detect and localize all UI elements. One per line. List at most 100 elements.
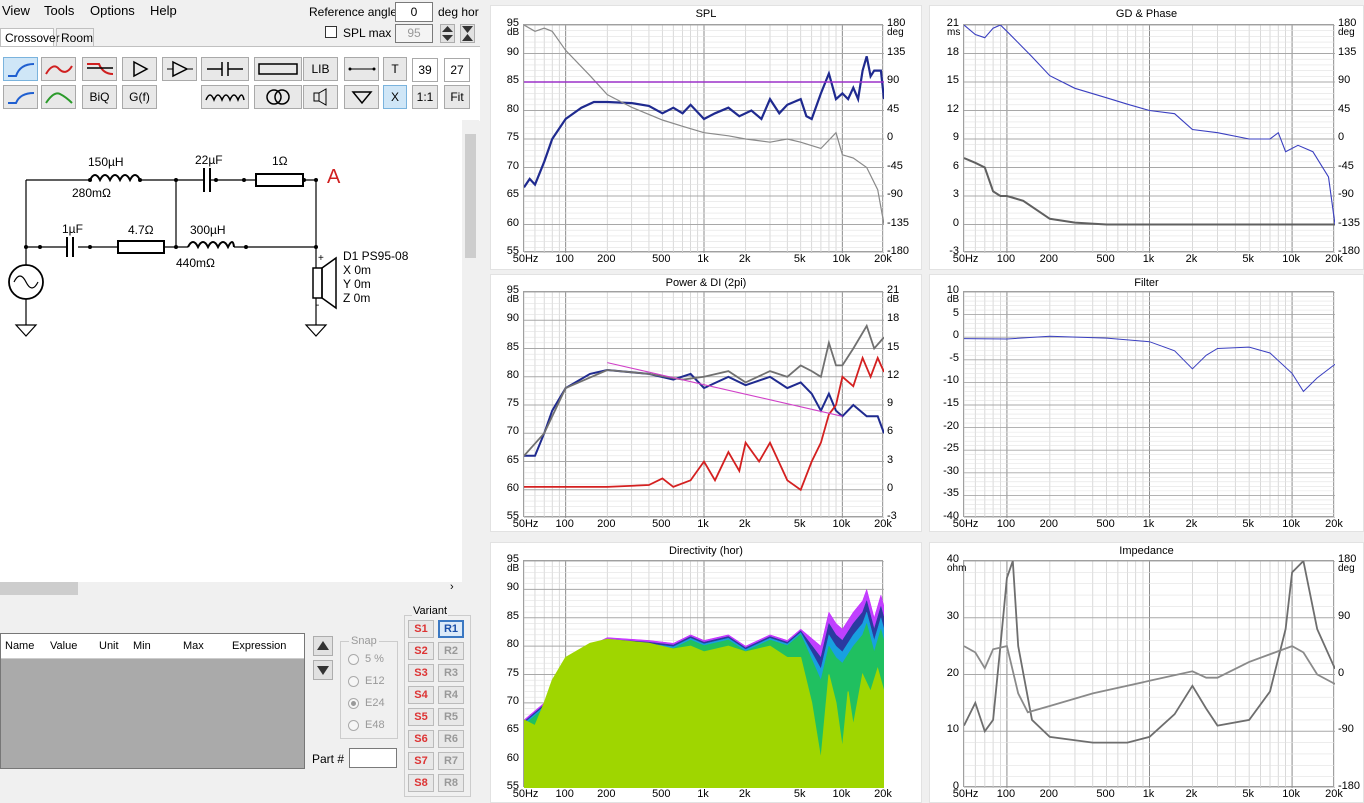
x-tick: 2k (738, 253, 751, 265)
chart-panel-3[interactable]: Filter 10 5 0 -5 -10 -15 -20 -25 -30 -35 -40 dB 50Hz 1… (929, 274, 1364, 532)
chart-plot-area[interactable] (523, 560, 884, 788)
reference-angle-input[interactable] (395, 2, 433, 22)
driver-button[interactable] (303, 85, 338, 109)
variant-r2-button[interactable]: R2 (438, 642, 464, 660)
y-tick-left: 65 (506, 723, 519, 736)
inductor-l1-resistance: 280mΩ (72, 186, 111, 200)
value-27[interactable]: 27 (444, 58, 470, 82)
driver-name[interactable]: D1 PS95-08 (343, 249, 408, 263)
variant-s7-button[interactable]: S7 (408, 752, 434, 770)
x-tick: 1k (1142, 253, 1155, 265)
x-tick: 500 (652, 253, 671, 265)
variant-r6-button[interactable]: R6 (438, 730, 464, 748)
variant-s4-button[interactable]: S4 (408, 686, 434, 704)
tab-room-label: Room (61, 31, 94, 45)
snap-e24-label: E24 (365, 697, 385, 709)
menu-options[interactable]: Options (90, 3, 135, 18)
library-button[interactable]: LIB (303, 57, 338, 81)
buffer-amp-icon[interactable] (162, 57, 197, 81)
menu-view[interactable]: View (2, 3, 30, 18)
schematic-hscroll[interactable]: › (0, 581, 462, 596)
variant-r5-button[interactable]: R5 (438, 708, 464, 726)
chart-plot-area[interactable] (963, 291, 1335, 518)
menu-tools[interactable]: Tools (44, 3, 74, 18)
schematic-canvas[interactable]: 150µH 280mΩ 22µF 1Ω A 1µF 4.7Ω 300µH 440… (0, 120, 462, 582)
col-min[interactable]: Min (133, 640, 151, 652)
snap-radio-e48[interactable] (348, 720, 359, 731)
col-name[interactable]: Name (5, 640, 34, 652)
spl-max-input[interactable]: 95 (395, 24, 433, 43)
biquad-button[interactable]: BiQ (82, 85, 117, 109)
move-down-button[interactable] (313, 660, 333, 680)
variant-s2-button[interactable]: S2 (408, 642, 434, 660)
chart-plot-area[interactable] (523, 24, 884, 253)
chart-panel-0[interactable]: SPL 95 90 85 80 75 70 65 60 55 180 135 90 45 0 -45 -90 -1… (490, 5, 922, 270)
collapse-button[interactable] (460, 24, 475, 43)
variant-s5-button[interactable]: S5 (408, 708, 434, 726)
x-tick: 50Hz (512, 788, 539, 800)
ground-button[interactable] (344, 85, 379, 109)
x-tick: 10k (832, 788, 851, 800)
variant-r3-button[interactable]: R3 (438, 664, 464, 682)
move-up-button[interactable] (313, 636, 333, 656)
col-max[interactable]: Max (183, 640, 204, 652)
fit-button[interactable]: Fit (444, 85, 470, 109)
variant-r4-button[interactable]: R4 (438, 686, 464, 704)
one-to-one-button[interactable]: 1:1 (412, 85, 438, 109)
highpass-filter-button[interactable] (3, 57, 38, 81)
variant-s6-button[interactable]: S6 (408, 730, 434, 748)
reference-angle-label: Reference angle (309, 5, 398, 19)
right-unit: deg (1338, 27, 1355, 38)
part-number-input[interactable] (349, 748, 397, 768)
lowpass-green-filter-button[interactable] (41, 85, 76, 109)
spl-max-spinner[interactable] (440, 24, 455, 43)
tab-crossover[interactable]: Crossover (0, 28, 60, 46)
amplifier-icon[interactable] (122, 57, 157, 81)
cross-button[interactable]: X (383, 85, 407, 109)
chart-plot-area[interactable] (963, 24, 1335, 253)
chart-panel-2[interactable]: Power & DI (2pi) 95 90 85 80 75 70 65 60 55 21 18 15… (490, 274, 922, 532)
variant-s3-button[interactable]: S3 (408, 664, 434, 682)
col-unit[interactable]: Unit (99, 640, 119, 652)
variant-s8-button[interactable]: S8 (408, 774, 434, 792)
lowpass-filter-button[interactable] (82, 57, 117, 81)
chart-panel-4[interactable]: Directivity (hor) 95 90 85 80 75 70 65 60 55 dB 50H… (490, 542, 922, 803)
snap-radio-5[interactable] (348, 654, 359, 665)
chart-panel-5[interactable]: Impedance 40 30 20 10 0 180 90 0 -90 -180 ohm deg 50H… (929, 542, 1364, 803)
schematic-vscroll[interactable] (462, 120, 479, 582)
y-tick-left: 0 (952, 329, 959, 342)
tab-room[interactable]: Room (56, 28, 94, 46)
value-39[interactable]: 39 (412, 58, 438, 82)
chart-plot-area[interactable] (963, 560, 1335, 788)
left-unit: dB (507, 27, 520, 38)
menu-help[interactable]: Help (150, 3, 177, 18)
text-button[interactable]: T (383, 57, 407, 81)
left-unit: ohm (947, 563, 967, 574)
variant-r7-button[interactable]: R7 (438, 752, 464, 770)
col-value[interactable]: Value (50, 640, 77, 652)
bandpass-filter-button[interactable] (41, 57, 76, 81)
col-expression[interactable]: Expression (232, 640, 286, 652)
transfer-function-button[interactable]: G(f) (122, 85, 157, 109)
capacitor-button[interactable] (201, 57, 249, 81)
y-tick-right: -90 (1338, 188, 1354, 200)
snap-radio-e24[interactable] (348, 698, 359, 709)
transformer-button[interactable] (254, 85, 302, 109)
chart-plot-area[interactable] (523, 291, 884, 518)
x-tick: 2k (1185, 518, 1198, 530)
x-tick: 200 (597, 518, 616, 530)
wire-button[interactable] (344, 57, 379, 81)
resistor-button[interactable] (254, 57, 302, 81)
variant-s1-button[interactable]: S1 (408, 620, 434, 638)
chart-panel-1[interactable]: GD & Phase 21 18 15 12 9 6 3 0 -3 180 135 90 45 0 -45 -9… (929, 5, 1364, 270)
spl-max-checkbox[interactable] (325, 26, 337, 38)
variant-r1-button[interactable]: R1 (438, 620, 464, 638)
variant-r8-button[interactable]: R8 (438, 774, 464, 792)
x-tick: 100 (555, 518, 574, 530)
driver-plus: + (318, 253, 324, 264)
x-tick: 5k (1242, 253, 1254, 265)
inductor-button[interactable] (201, 85, 249, 109)
parameters-table[interactable]: Name Value Unit Min Max Expression (0, 633, 305, 769)
highpass2-filter-button[interactable] (3, 85, 38, 109)
snap-radio-e12[interactable] (348, 676, 359, 687)
